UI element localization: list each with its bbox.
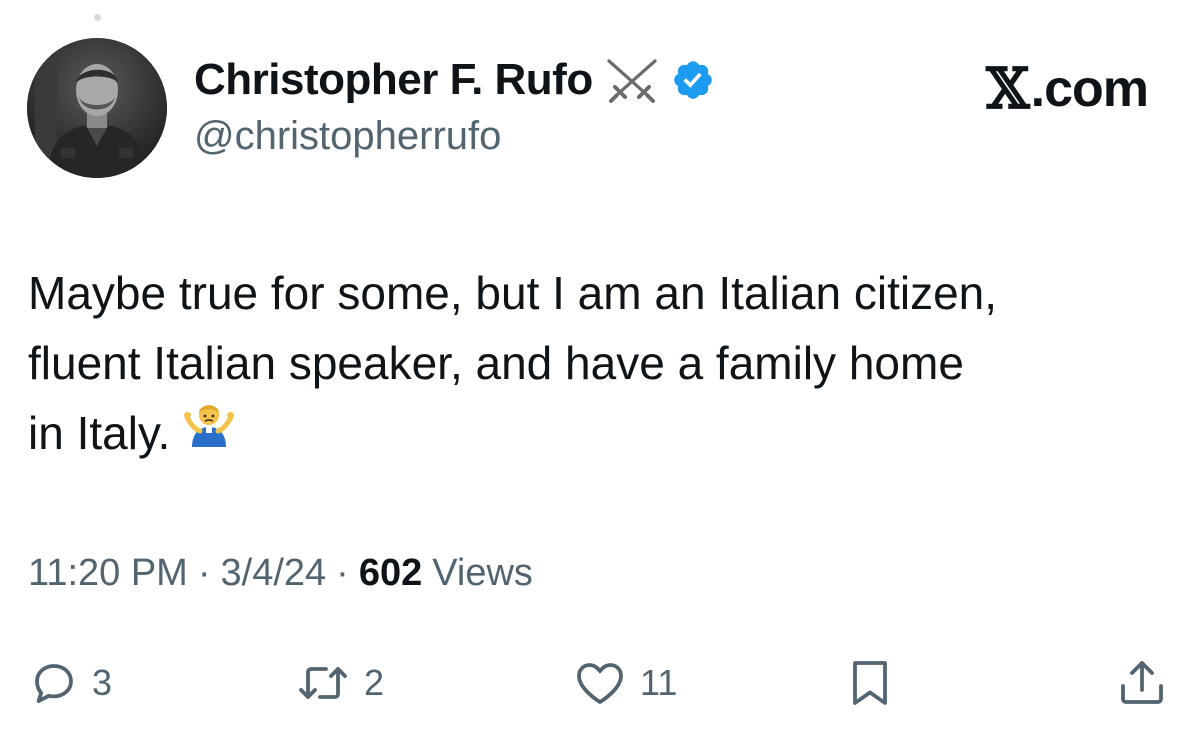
author-handle[interactable]: @christopherrufo xyxy=(194,114,501,159)
top-indicator-dot xyxy=(94,14,101,21)
tweet-date[interactable]: 3/4/24 xyxy=(221,552,327,595)
crossed-swords-icon xyxy=(603,55,661,105)
person-shrugging-emoji xyxy=(184,398,235,468)
x-logo-suffix: .com xyxy=(1030,60,1149,118)
reply-count: 3 xyxy=(92,662,113,703)
views-label: Views xyxy=(432,552,533,594)
like-button[interactable]: 11 xyxy=(574,648,677,718)
bookmark-button[interactable] xyxy=(848,648,892,718)
meta-separator: · xyxy=(336,552,349,594)
tweet-text-line: Maybe true for some, but I am an Italian… xyxy=(28,267,998,319)
bookmark-icon xyxy=(848,658,892,708)
like-count: 11 xyxy=(640,662,678,703)
tweet-text-line: in Italy. xyxy=(28,398,1178,468)
repost-icon xyxy=(296,659,350,707)
author-display-name[interactable]: Christopher F. Rufo xyxy=(194,55,593,105)
tweet-text-line-content: in Italy. xyxy=(28,407,171,459)
reply-icon xyxy=(30,659,78,707)
tweet-text: Maybe true for some, but I am an Italian… xyxy=(28,258,1178,468)
x-logo-mark: 𝕏 xyxy=(986,56,1029,122)
tweet-card: Christopher F. Rufo @christopherrufo 𝕏 .… xyxy=(0,0,1200,751)
tweet-time[interactable]: 11:20 PM xyxy=(28,552,188,595)
views-count: 602 xyxy=(358,552,423,594)
heart-icon xyxy=(574,659,626,707)
share-button[interactable] xyxy=(1116,648,1168,718)
share-icon xyxy=(1116,658,1168,708)
tweet-action-bar: 3 2 11 xyxy=(0,648,1200,718)
avatar[interactable] xyxy=(27,38,167,178)
x-com-logo: 𝕏 .com xyxy=(986,56,1149,122)
reply-button[interactable]: 3 xyxy=(30,648,112,718)
repost-button[interactable]: 2 xyxy=(296,648,384,718)
verified-badge-icon xyxy=(671,58,715,102)
repost-count: 2 xyxy=(364,662,385,703)
tweet-text-line: fluent Italian speaker, and have a famil… xyxy=(28,337,964,389)
meta-separator: · xyxy=(197,552,211,594)
tweet-metadata: 11:20 PM · 3/4/24 · 602 Views xyxy=(28,552,533,595)
author-name-row: Christopher F. Rufo xyxy=(194,52,715,108)
